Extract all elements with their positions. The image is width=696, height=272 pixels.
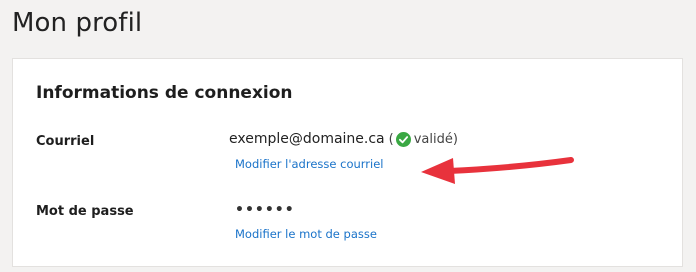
status-open-paren: ( (388, 131, 394, 147)
profile-page: Mon profil Informations de connexion Cou… (0, 0, 696, 272)
check-circle-icon (395, 131, 411, 147)
status-text: validé) (413, 131, 458, 147)
edit-email-link[interactable]: Modifier l'adresse courriel (235, 157, 384, 171)
email-value: exemple@domaine.ca (229, 131, 385, 147)
login-info-card: Informations de connexion Courriel exemp… (12, 58, 683, 267)
email-status: ( validé) (388, 131, 458, 147)
password-masked-value: •••••• (235, 202, 295, 218)
red-arrow-icon (421, 157, 574, 184)
edit-password-link[interactable]: Modifier le mot de passe (235, 227, 377, 241)
section-title: Informations de connexion (36, 83, 293, 103)
email-label: Courriel (36, 134, 95, 149)
email-row: exemple@domaine.ca ( validé) (229, 131, 458, 147)
page-title: Mon profil (12, 8, 143, 38)
password-label: Mot de passe (36, 204, 134, 219)
